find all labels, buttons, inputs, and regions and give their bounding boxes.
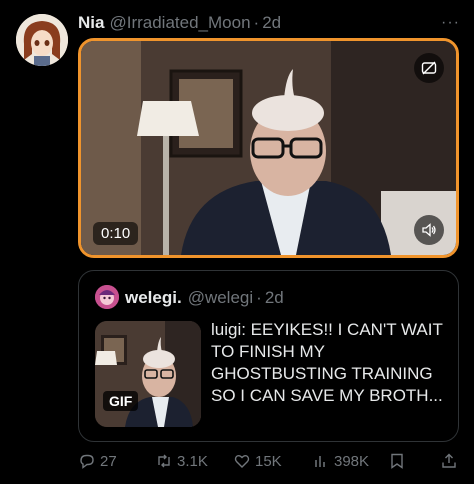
heart-icon <box>234 455 250 468</box>
like-count: 15K <box>255 452 282 470</box>
reply-button[interactable]: 27 <box>78 452 117 470</box>
header-separator: · <box>253 13 260 32</box>
quoted-tweet-text: luigi: EEYIKES!! I CAN'T WAIT TO FINISH … <box>211 320 443 405</box>
quoted-tweet[interactable]: welegi. @welegi · 2d GIF luigi: EEYIKES!… <box>78 270 459 442</box>
share-icon <box>442 453 456 468</box>
like-button[interactable]: 15K <box>233 452 282 470</box>
quoted-timestamp[interactable]: 2d <box>265 288 284 308</box>
quoted-header-separator: · <box>256 288 262 307</box>
author-name[interactable]: Nia <box>78 13 104 33</box>
repost-icon <box>158 454 170 468</box>
repost-button[interactable]: 3.1K <box>155 452 208 470</box>
quoted-media-thumbnail[interactable]: GIF <box>95 321 201 427</box>
author-handle[interactable]: @Irradiated_Moon <box>109 13 250 33</box>
repost-count: 3.1K <box>177 452 208 470</box>
thumbnail-frame <box>95 321 201 427</box>
reply-icon <box>80 454 94 469</box>
bookmark-button[interactable] <box>388 452 406 470</box>
author-avatar[interactable] <box>16 14 68 66</box>
video-player[interactable]: 0:10 <box>78 38 459 258</box>
tweet-timestamp[interactable]: 2d <box>262 13 281 33</box>
video-frame <box>81 41 456 255</box>
views-chart-icon <box>315 456 325 467</box>
video-duration: 0:10 <box>93 222 139 245</box>
view-count: 398K <box>334 452 370 470</box>
quoted-author-name[interactable]: welegi. <box>125 288 182 308</box>
tweet-header: Nia @Irradiated_Moon · 2d <box>78 13 281 35</box>
quoted-author-avatar[interactable] <box>95 285 119 309</box>
quoted-tweet-header: welegi. @welegi · 2d <box>125 288 284 308</box>
mute-toggle-icon[interactable] <box>414 215 444 245</box>
bookmark-icon <box>391 453 403 469</box>
share-button[interactable] <box>440 452 458 470</box>
more-options-icon[interactable]: ··· <box>441 14 460 32</box>
captions-icon[interactable] <box>414 53 444 83</box>
quoted-author-handle[interactable]: @welegi <box>188 288 253 308</box>
action-bar: 27 3.1K 15K 398K <box>78 452 459 474</box>
views-button[interactable]: 398K <box>312 452 369 470</box>
reply-count: 27 <box>100 452 117 470</box>
gif-badge: GIF <box>103 391 139 411</box>
